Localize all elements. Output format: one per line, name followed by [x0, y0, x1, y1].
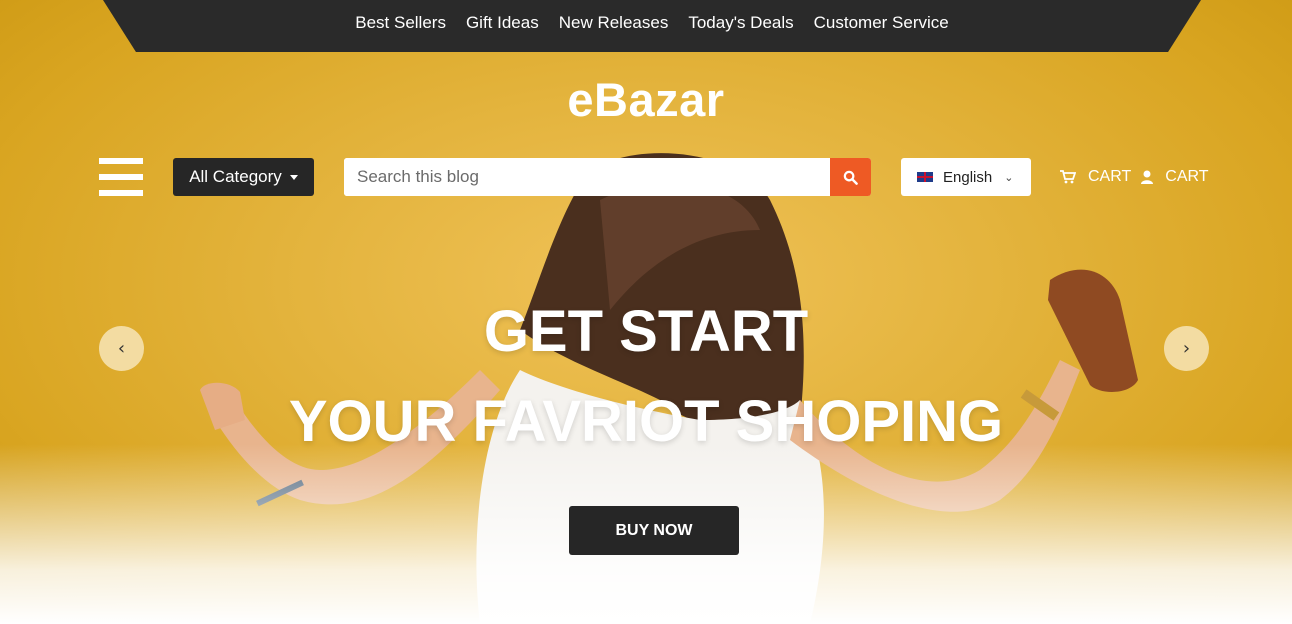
account-link[interactable]: CART — [1141, 168, 1209, 186]
nav-link-best-sellers[interactable]: Best Sellers — [355, 13, 446, 33]
nav-link-customer-service[interactable]: Customer Service — [814, 13, 949, 33]
hero-headline-line1: GET START — [483, 299, 809, 364]
nav-link-todays-deals[interactable]: Today's Deals — [688, 13, 793, 33]
language-label: English — [943, 168, 993, 186]
header-actions: CART CART — [1060, 165, 1209, 189]
uk-flag-icon — [917, 172, 933, 182]
caret-down-icon — [289, 174, 298, 180]
site-logo[interactable]: eBazar — [0, 72, 1292, 127]
shopping-cart-icon — [1060, 170, 1076, 184]
search-input[interactable] — [344, 158, 830, 196]
hamburger-menu-icon[interactable] — [99, 158, 143, 196]
cart-label: CART — [1088, 168, 1132, 185]
nav-link-new-releases[interactable]: New Releases — [559, 13, 669, 33]
language-selector[interactable]: English ⌄ — [901, 158, 1031, 196]
category-dropdown-button[interactable]: All Category — [173, 158, 314, 196]
account-label: CART — [1165, 168, 1209, 185]
top-navigation: Best Sellers Gift Ideas New Releases Tod… — [103, 0, 1201, 52]
search-button[interactable] — [830, 158, 871, 196]
cart-link[interactable]: CART — [1060, 168, 1131, 186]
category-label: All Category — [189, 167, 282, 186]
search-bar — [344, 158, 871, 196]
search-icon — [843, 170, 858, 185]
user-icon — [1141, 170, 1154, 184]
nav-link-gift-ideas[interactable]: Gift Ideas — [466, 13, 539, 33]
hero-headline-line2: YOUR FAVRIOT SHOPING — [288, 389, 1004, 454]
buy-now-button[interactable]: BUY NOW — [569, 506, 739, 555]
chevron-down-icon: ⌄ — [1004, 171, 1014, 184]
